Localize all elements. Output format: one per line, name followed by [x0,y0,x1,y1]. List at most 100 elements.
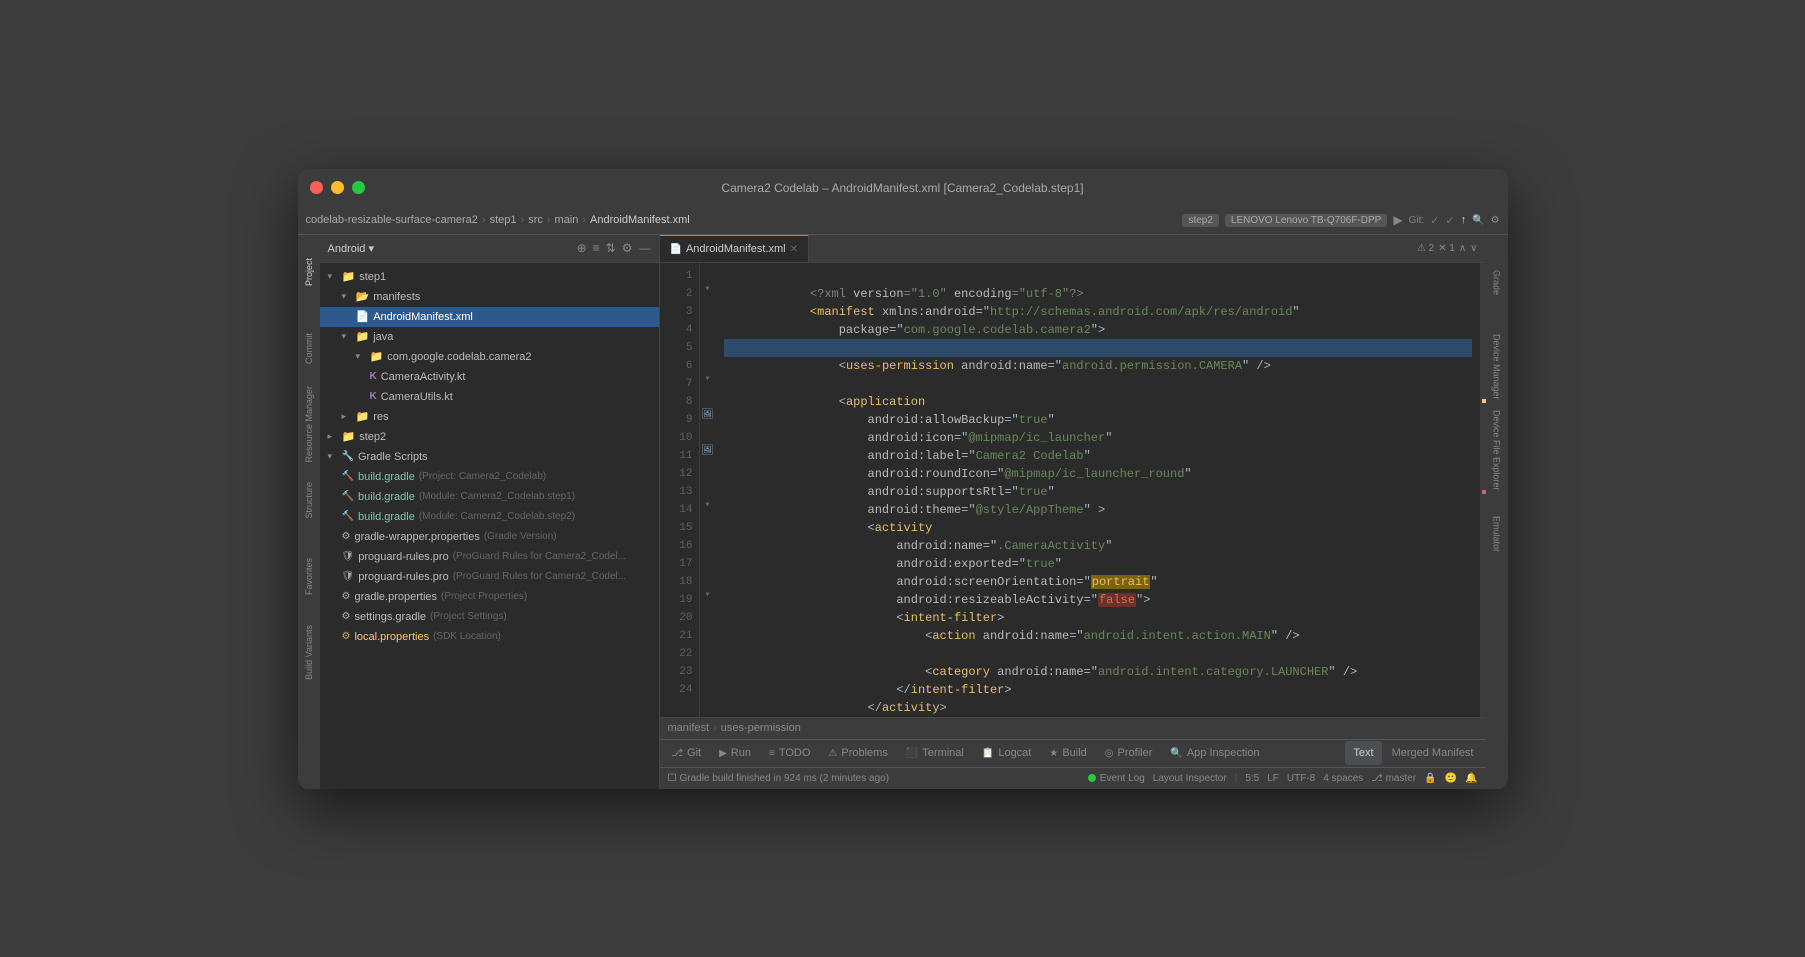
collapse-line2-icon[interactable]: ▾ [704,281,710,299]
bottom-tab-problems[interactable]: ⚠ Problems [820,741,895,765]
image-gutter-11[interactable]: 🖼 [700,443,716,461]
close-button[interactable] [310,181,323,194]
git-check-icon: ✓ [1430,214,1439,227]
tree-item-step1[interactable]: ▾ 📁 step1 [320,267,659,287]
tree-item-step2[interactable]: ▸ 📁 step2 [320,427,659,447]
bottom-tab-profiler[interactable]: ◎ Profiler [1097,741,1161,765]
problems-tab-icon: ⚠ [828,748,837,759]
warning-count: ⚠ 2 [1417,243,1434,254]
breadcrumb-item-1[interactable]: step1 [490,214,517,226]
breadcrumb-item-3[interactable]: main [555,214,579,226]
right-tab-device-file-explorer[interactable]: Device File Explorer [1488,411,1506,491]
settings-icon[interactable]: ⚙ [1491,215,1500,226]
lock-icon: 🔒 [1424,773,1436,784]
collapse-line19-icon[interactable]: ▾ [704,587,710,605]
tree-item-res[interactable]: ▸ 📁 res [320,407,659,427]
right-tab-emulator[interactable]: Emulator [1488,495,1506,575]
error-count: ✕ 1 [1438,243,1455,254]
bottom-tab-todo[interactable]: ≡ TODO [761,741,818,765]
run-button[interactable]: ▶ [1393,213,1402,227]
tree-item-package[interactable]: ▾ 📁 com.google.codelab.camera2 [320,347,659,367]
code-line-5: <uses-permission android:name="android.p… [724,339,1472,357]
todo-tab-icon: ≡ [769,748,775,759]
breadcrumb-item-0[interactable]: codelab-resizable-surface-camera2 [306,214,478,226]
notification-icon[interactable]: 🔔 [1465,773,1477,784]
tree-item-gradle-wrapper[interactable]: ⚙ gradle-wrapper.properties (Gradle Vers… [320,527,659,547]
tree-item-proguard-1[interactable]: 🛡 proguard-rules.pro (ProGuard Rules for… [320,547,659,567]
git-branch-status[interactable]: ⎇ master [1371,773,1416,784]
maximize-button[interactable] [352,181,365,194]
tree-item-settings-gradle[interactable]: ⚙ settings.gradle (Project Settings) [320,607,659,627]
tree-item-camera-utils[interactable]: K CameraUtils.kt [320,387,659,407]
panel-icon-sync[interactable]: ⊕ [577,241,587,255]
tree-item-gradle-properties[interactable]: ⚙ gradle.properties (Project Properties) [320,587,659,607]
event-log-button[interactable]: Event Log [1088,773,1145,784]
bottom-tab-merged-manifest[interactable]: Merged Manifest [1384,741,1482,765]
code-line-22: <category android:name="android.intent.c… [724,645,1472,663]
tree-item-java[interactable]: ▾ 📁 java [320,327,659,347]
code-breadcrumb-manifest[interactable]: manifest [668,722,710,734]
tab-close-button[interactable]: ✕ [790,244,798,255]
collapse-line7-icon[interactable]: ▾ [704,371,710,389]
search-icon[interactable]: 🔍 [1472,215,1484,226]
tree-item-proguard-2[interactable]: 🛡 proguard-rules.pro (ProGuard Rules for… [320,567,659,587]
branch-selector[interactable]: step2 [1182,214,1218,227]
tree-item-build-gradle-step2[interactable]: 🔨 build.gradle (Module: Camera2_Codelab.… [320,507,659,527]
sidebar-tab-commit[interactable]: Commit [300,319,318,379]
right-tab-gradle[interactable]: Grade [1488,243,1506,323]
sidebar-tab-favorites[interactable]: Favorites [300,547,318,607]
code-line-7: <application [724,375,1472,393]
breadcrumb-item-2[interactable]: src [528,214,543,226]
scrollbar-indicator[interactable] [1480,263,1486,717]
editor-tab-manifest[interactable]: 📄 AndroidManifest.xml ✕ [660,235,810,263]
text-tab-label: Text [1353,747,1373,759]
expand-icon[interactable]: ∧ [1459,243,1466,254]
line-ending[interactable]: LF [1267,773,1279,784]
main-area: Project Commit Resource Manager Structur… [298,235,1508,789]
merged-manifest-tab-label: Merged Manifest [1392,747,1474,759]
tree-item-local-properties[interactable]: ⚙ local.properties (SDK Location) [320,627,659,647]
status-bar: ☐ Gradle build finished in 924 ms (2 min… [660,767,1486,789]
sidebar-tab-resource-manager[interactable]: Resource Manager [300,395,318,455]
tree-item-gradle-scripts[interactable]: ▾ 🔧 Gradle Scripts [320,447,659,467]
code-breadcrumb-uses-permission[interactable]: uses-permission [721,722,801,734]
layout-inspector-button[interactable]: Layout Inspector [1153,773,1227,784]
collapse-icon[interactable]: ∨ [1470,243,1477,254]
code-content[interactable]: <?xml version="1.0" encoding="utf-8"?> <… [716,263,1480,717]
panel-icon-minimize[interactable]: — [639,241,651,255]
panel-icon-settings[interactable]: ⚙ [622,241,633,255]
panel-icon-list[interactable]: ≡ [593,241,600,255]
sidebar-tab-build-variants[interactable]: Build Variants [300,623,318,683]
right-tab-device-manager[interactable]: Device Manager [1488,327,1506,407]
device-selector[interactable]: LENOVO Lenovo TB-Q706F-DPP [1225,214,1387,227]
bottom-tab-terminal[interactable]: ⬛ Terminal [898,741,972,765]
tree-item-android-manifest[interactable]: 📄 AndroidManifest.xml [320,307,659,327]
bottom-tab-run[interactable]: ▶ Run [711,741,759,765]
indent[interactable]: 4 spaces [1323,773,1363,784]
bottom-tab-text[interactable]: Text [1345,741,1381,765]
collapse-line14-icon[interactable]: ▾ [704,497,710,515]
bottom-tab-git[interactable]: ⎇ Git [664,741,710,765]
tree-item-build-gradle-step1[interactable]: 🔨 build.gradle (Module: Camera2_Codelab.… [320,487,659,507]
status-message-text: Gradle build finished in 924 ms (2 minut… [679,773,889,784]
minimize-button[interactable] [331,181,344,194]
toolbar-breadcrumb: codelab-resizable-surface-camera2 › step… [298,207,1508,235]
build-tab-icon: ★ [1049,748,1058,759]
charset[interactable]: UTF-8 [1287,773,1315,784]
sidebar-tab-structure[interactable]: Structure [300,471,318,531]
app-window: Camera2 Codelab – AndroidManifest.xml [C… [298,169,1508,789]
panel-icon-sort[interactable]: ⇅ [606,241,616,255]
image-gutter-9[interactable]: 🖼 [700,407,716,425]
app-inspection-tab-icon: 🔍 [1170,748,1182,759]
bottom-tab-logcat[interactable]: 📋 Logcat [974,741,1039,765]
bottom-tab-app-inspection[interactable]: 🔍 App Inspection [1162,741,1267,765]
bottom-tab-build[interactable]: ★ Build [1041,741,1094,765]
sidebar-tab-project[interactable]: Project [300,243,318,303]
tree-item-build-gradle-project[interactable]: 🔨 build.gradle (Project: Camera2_Codelab… [320,467,659,487]
code-editor[interactable]: 1 2 3 4 5 6 7 8 9 10 11 12 13 14 15 16 1 [660,263,1486,717]
smiley-icon[interactable]: 🙂 [1445,773,1457,784]
tree-item-camera-activity[interactable]: K CameraActivity.kt [320,367,659,387]
cursor-position[interactable]: 5:5 [1245,773,1259,784]
breadcrumb-item-4[interactable]: AndroidManifest.xml [590,214,690,226]
tree-item-manifests[interactable]: ▾ 📂 manifests [320,287,659,307]
